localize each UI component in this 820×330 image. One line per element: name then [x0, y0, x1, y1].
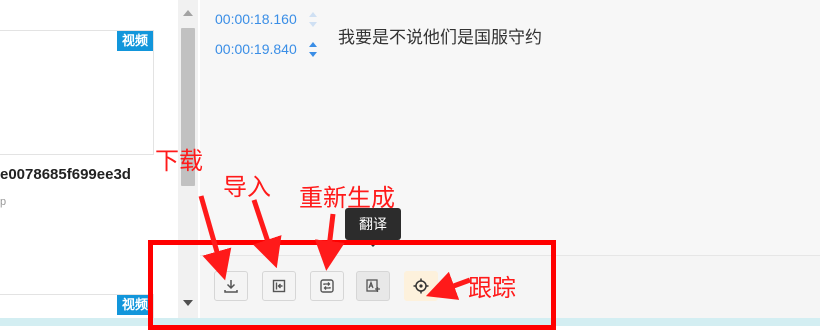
annotation-arrows — [198, 195, 471, 300]
arrow-to-track — [425, 271, 471, 300]
arrow-to-import — [251, 199, 282, 269]
arrow-to-regenerate — [314, 213, 345, 271]
arrow-to-download — [198, 195, 232, 281]
